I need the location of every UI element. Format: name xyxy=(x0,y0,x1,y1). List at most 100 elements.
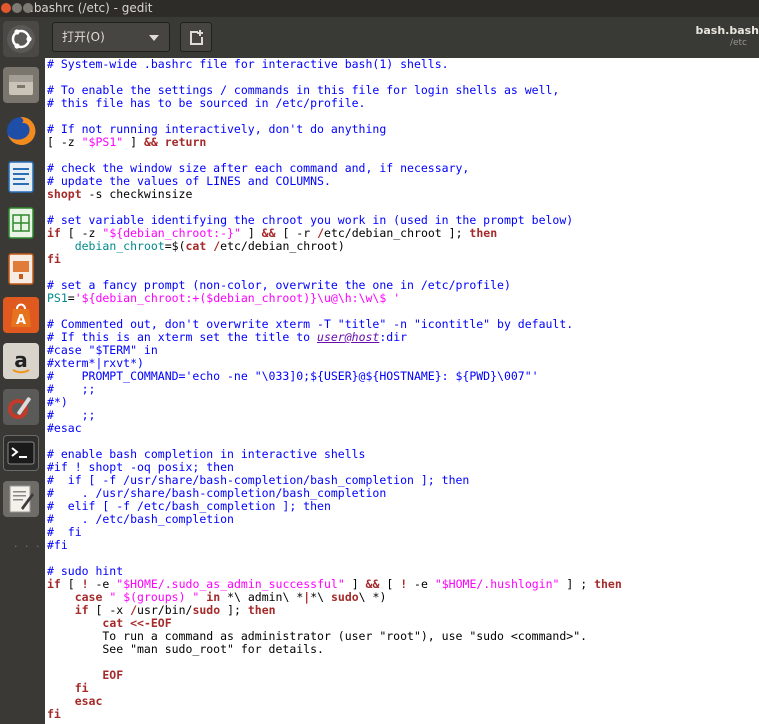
code-token: #esac xyxy=(47,421,82,435)
code-token: "$HOME/.hushlogin" xyxy=(434,577,560,591)
code-token: # If not running interactively, don't do… xyxy=(47,122,387,136)
code-token: #fi xyxy=(47,538,68,552)
unity-launcher: A a . . . xyxy=(0,17,42,724)
new-document-button[interactable] xyxy=(180,22,212,52)
code-token: # ;; xyxy=(47,382,96,396)
code-token: # . /etc/bash_completion xyxy=(47,512,234,526)
code-token: ] xyxy=(344,577,366,591)
code-token: if xyxy=(74,603,89,617)
code-line: esac xyxy=(47,695,622,708)
code-line: EOF xyxy=(47,669,622,682)
open-file-button[interactable]: 打开(O) xyxy=(52,22,170,52)
code-line: #esac xyxy=(47,422,622,435)
code-token: # this file has to be sourced in /etc/pr… xyxy=(47,96,366,110)
code-token: [ -x xyxy=(88,603,131,617)
code-token: #case "$TERM" in xyxy=(47,343,158,357)
code-line: #*) xyxy=(47,396,622,409)
code-token: # sudo hint xyxy=(47,564,124,578)
text-editor-icon[interactable] xyxy=(3,481,39,517)
code-token: [ xyxy=(60,577,82,591)
code-token: # ;; xyxy=(47,408,96,422)
code-token: then xyxy=(594,577,622,591)
code-token: :dir xyxy=(379,330,408,344)
window-titlebar: .bashrc (/etc) - gedit xyxy=(0,0,759,17)
system-settings-icon[interactable] xyxy=(3,389,39,425)
code-token: sudo xyxy=(192,603,221,617)
code-line: # ;; xyxy=(47,383,622,396)
code-token: if xyxy=(47,577,61,591)
amazon-icon[interactable]: a xyxy=(3,343,39,379)
code-token: shopt xyxy=(47,187,82,201)
code-token: =$( xyxy=(164,239,186,253)
code-token: # System-wide .bashrc file for interacti… xyxy=(47,58,449,71)
code-line: shopt -s checkwinsize xyxy=(47,188,622,201)
code-token: ] xyxy=(240,226,262,240)
code-token: sudo xyxy=(330,590,359,604)
code-token: fi xyxy=(47,252,61,266)
code-token: cat xyxy=(185,239,207,253)
code-token: # update the values of LINES and COLUMNS… xyxy=(47,174,331,188)
libreoffice-impress-icon[interactable] xyxy=(3,251,39,287)
text-editor-area[interactable]: # System-wide .bashrc file for interacti… xyxy=(42,58,759,724)
code-token: && xyxy=(143,135,158,149)
code-token: See "man sudo_root" for details. xyxy=(47,642,324,656)
code-line: # System-wide .bashrc file for interacti… xyxy=(47,58,622,71)
svg-text:A: A xyxy=(16,313,26,328)
code-token: fi xyxy=(47,707,61,721)
code-token: \ *) xyxy=(358,590,387,604)
libreoffice-calc-icon[interactable] xyxy=(3,205,39,241)
code-token: ] ; xyxy=(559,577,595,591)
code-token: # PROMPT_COMMAND='echo -ne "\033]0;${USE… xyxy=(47,369,539,383)
code-token: PS1 xyxy=(47,291,68,305)
ubuntu-dash-icon[interactable] xyxy=(3,21,39,57)
code-token: -e xyxy=(88,577,117,591)
code-token: = xyxy=(67,291,75,305)
code-token: && xyxy=(261,226,276,240)
code-token: # set variable identifying the chroot yo… xyxy=(47,213,574,227)
minimize-window-button[interactable] xyxy=(12,3,22,13)
code-token: EOF xyxy=(47,668,124,682)
code-token: # fi xyxy=(47,525,82,539)
code-token: # If this is an xterm set the title to xyxy=(47,330,318,344)
code-token: / xyxy=(317,226,325,240)
terminal-icon[interactable] xyxy=(3,435,39,471)
code-token: "${debian_chroot:-}" xyxy=(102,226,241,240)
code-line: PS1='${debian_chroot:+($debian_chroot)}\… xyxy=(47,292,622,305)
code-token: # if [ -f /usr/share/bash-completion/bas… xyxy=(47,473,470,487)
files-icon[interactable] xyxy=(3,67,39,103)
code-token: *\ xyxy=(310,590,331,604)
software-center-icon[interactable]: A xyxy=(3,297,39,333)
document-title: bash.bash /etc xyxy=(695,24,759,49)
code-token: usr/bin/ xyxy=(137,603,193,617)
code-token: # enable bash completion in interactive … xyxy=(47,447,366,461)
code-line: # PROMPT_COMMAND='echo -ne "\033]0;${USE… xyxy=(47,370,622,383)
code-view[interactable]: # System-wide .bashrc file for interacti… xyxy=(47,58,622,721)
close-window-button[interactable] xyxy=(1,3,11,13)
code-line: # fi xyxy=(47,526,622,539)
code-line: See "man sudo_root" for details. xyxy=(47,643,622,656)
code-token: [ -z xyxy=(47,135,82,149)
code-token: [ xyxy=(379,577,401,591)
firefox-icon[interactable] xyxy=(3,113,39,149)
libreoffice-writer-icon[interactable] xyxy=(3,159,39,195)
code-line: fi xyxy=(47,708,622,721)
code-line: # ;; xyxy=(47,409,622,422)
launcher-trash-dots: . . . xyxy=(14,537,42,550)
code-token: # To enable the settings / commands in t… xyxy=(47,83,560,97)
code-token: -s checkwinsize xyxy=(81,187,193,201)
new-document-icon xyxy=(190,30,203,45)
code-token: # elif [ -f /etc/bash_completion ]; then xyxy=(47,499,331,513)
code-token: # Commented out, don't overwrite xterm -… xyxy=(47,317,574,331)
code-token: To run a command as administrator (user … xyxy=(47,629,588,643)
gedit-headerbar: 打开(O) bash.bash /etc xyxy=(42,17,759,58)
code-token: # check the window size after each comma… xyxy=(47,161,470,175)
code-line: # this file has to be sourced in /etc/pr… xyxy=(47,97,622,110)
code-token: then xyxy=(247,603,276,617)
code-token: debian_chroot xyxy=(74,239,165,253)
